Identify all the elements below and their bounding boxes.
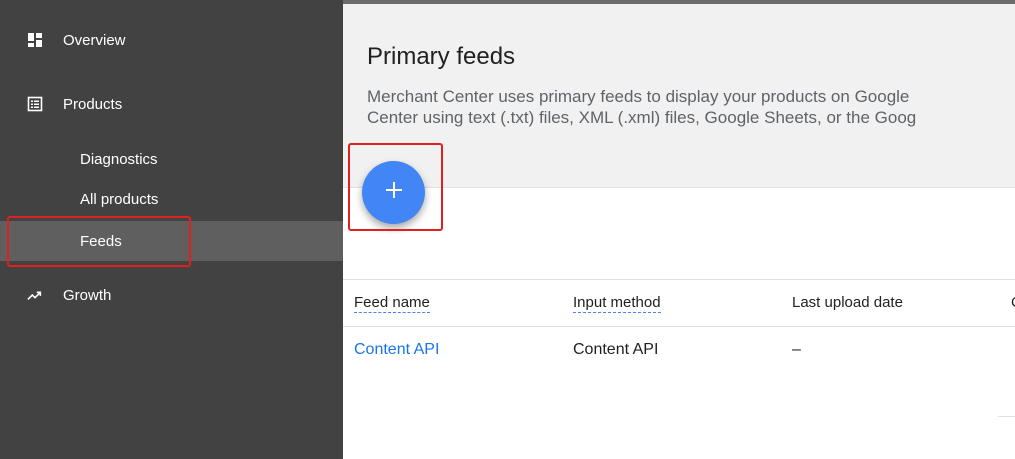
sidebar-item-label: Growth: [63, 286, 112, 304]
trending-up-icon: [27, 287, 43, 303]
sidebar: Overview Products Diagnostics All produc: [0, 0, 343, 459]
sidebar-item-all-products[interactable]: All products: [0, 186, 343, 212]
list-icon: [27, 96, 43, 112]
description-line: Center using text (.txt) files, XML (.xm…: [367, 108, 917, 127]
sidebar-item-label: Products: [63, 95, 123, 113]
sidebar-item-label: Feeds: [80, 232, 122, 250]
sidebar-item-diagnostics[interactable]: Diagnostics: [0, 146, 343, 172]
column-header-last-upload-date: Last upload date: [792, 294, 903, 311]
plus-icon: [385, 181, 403, 204]
table-divider: [343, 279, 1015, 280]
table-header-divider: [343, 326, 1015, 327]
column-header-feed-name[interactable]: Feed name: [354, 294, 430, 313]
sidebar-item-overview[interactable]: Overview: [0, 27, 343, 53]
sidebar-item-label: All products: [80, 190, 159, 208]
column-header-truncated: C: [1011, 294, 1015, 311]
table-divider: [998, 416, 1015, 417]
column-header-input-method[interactable]: Input method: [573, 294, 661, 313]
add-feed-button[interactable]: [362, 161, 425, 224]
main-content: Primary feeds Merchant Center uses prima…: [343, 0, 1015, 459]
page-description: Merchant Center uses primary feeds to di…: [367, 86, 916, 128]
dashboard-icon: [27, 32, 43, 48]
sidebar-item-label: Diagnostics: [80, 150, 158, 168]
page-title: Primary feeds: [367, 43, 516, 70]
last-upload-cell: –: [792, 341, 801, 358]
description-line: Merchant Center uses primary feeds to di…: [367, 87, 910, 106]
merchant-center-app: Overview Products Diagnostics All produc: [0, 0, 1015, 459]
input-method-cell: Content API: [573, 341, 659, 358]
page-header: Primary feeds Merchant Center uses prima…: [343, 4, 1015, 188]
feed-name-link[interactable]: Content API: [354, 341, 439, 359]
sidebar-item-feeds[interactable]: Feeds: [0, 221, 343, 261]
sidebar-item-products[interactable]: Products: [0, 91, 343, 117]
sidebar-item-growth[interactable]: Growth: [0, 282, 343, 308]
sidebar-item-label: Overview: [63, 31, 126, 49]
